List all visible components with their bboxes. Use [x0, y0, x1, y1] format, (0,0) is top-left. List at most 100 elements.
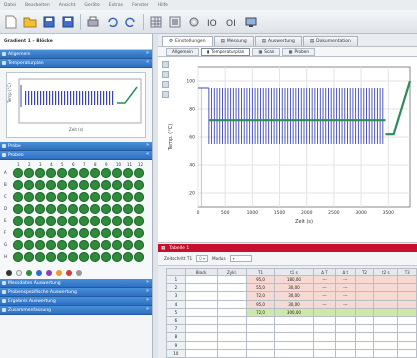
well[interactable]	[90, 204, 100, 214]
well[interactable]	[123, 180, 133, 190]
table-row[interactable]: 3 72,0 30,00 --- ---	[166, 291, 417, 301]
well[interactable]	[46, 240, 56, 250]
well[interactable]	[68, 192, 78, 202]
table-cell[interactable]: 30,00	[273, 299, 315, 309]
table-cell[interactable]	[354, 324, 375, 334]
subtab-allgemein[interactable]: Allgemein	[166, 47, 199, 56]
legend-dot-icon[interactable]	[16, 270, 22, 276]
well[interactable]	[112, 204, 122, 214]
table-cell[interactable]	[373, 283, 399, 293]
well[interactable]	[123, 228, 133, 238]
well[interactable]	[57, 192, 67, 202]
save-as-icon[interactable]	[60, 14, 76, 30]
table-cell[interactable]	[397, 324, 417, 334]
section-allgemein[interactable]: Allgemein »	[0, 50, 152, 59]
grid-icon[interactable]	[148, 14, 164, 30]
well[interactable]	[123, 204, 133, 214]
well[interactable]	[90, 180, 100, 190]
well[interactable]	[101, 228, 111, 238]
well[interactable]	[46, 204, 56, 214]
well[interactable]	[13, 204, 23, 214]
table-cell[interactable]: ---	[313, 291, 336, 301]
well[interactable]	[57, 216, 67, 226]
table-cell[interactable]: ---	[313, 274, 336, 285]
table-cell[interactable]	[373, 315, 399, 326]
table-cell[interactable]	[246, 315, 275, 326]
legend-dot-icon[interactable]	[26, 270, 32, 276]
well[interactable]	[57, 180, 67, 190]
table-cell[interactable]	[354, 274, 375, 285]
table-cell[interactable]	[184, 332, 218, 342]
well[interactable]	[68, 168, 78, 178]
table-cell[interactable]	[397, 332, 417, 342]
well[interactable]	[57, 204, 67, 214]
table-cell[interactable]	[246, 348, 275, 358]
well[interactable]	[35, 240, 45, 250]
subtab-scan[interactable]: ▦ Scan	[252, 47, 281, 56]
well[interactable]	[13, 228, 23, 238]
well[interactable]	[46, 252, 56, 262]
well[interactable]	[24, 216, 34, 226]
table-cell[interactable]	[334, 307, 356, 317]
legend-dot-icon[interactable]	[76, 270, 82, 276]
table-cell[interactable]	[184, 324, 218, 334]
table-cell[interactable]	[334, 315, 356, 326]
table-cell[interactable]	[184, 340, 218, 350]
well[interactable]	[101, 192, 111, 202]
well[interactable]	[24, 192, 34, 202]
well[interactable]	[68, 204, 78, 214]
column-header[interactable]: t1 s	[273, 268, 315, 276]
table-cell[interactable]	[373, 324, 399, 334]
table-cell[interactable]	[334, 324, 356, 334]
column-header[interactable]: t2 s	[373, 268, 399, 276]
table-row[interactable]: 8	[166, 332, 417, 342]
settings-icon[interactable]	[186, 14, 202, 30]
well[interactable]	[24, 252, 34, 262]
table-cell[interactable]	[354, 315, 375, 326]
table-cell[interactable]	[216, 348, 248, 358]
undo-icon[interactable]	[104, 14, 120, 30]
well[interactable]	[112, 228, 122, 238]
table-cell[interactable]	[273, 348, 315, 358]
menu-item[interactable]: Datei	[4, 3, 16, 8]
well[interactable]	[68, 228, 78, 238]
well[interactable]	[13, 252, 23, 262]
well[interactable]	[24, 240, 34, 250]
table-cell[interactable]	[373, 291, 399, 301]
table-cell[interactable]: 30,00	[273, 291, 315, 301]
table-cell[interactable]	[397, 340, 417, 350]
options-select[interactable]: 0 ▾	[196, 255, 208, 262]
well[interactable]	[123, 240, 133, 250]
well[interactable]	[134, 168, 144, 178]
table-cell[interactable]	[373, 299, 399, 309]
menu-item[interactable]: Geräte	[84, 3, 99, 8]
menu-item[interactable]: Hilfe	[158, 3, 168, 8]
table-cell[interactable]: ---	[334, 283, 356, 293]
table-cell[interactable]	[184, 348, 218, 358]
well[interactable]	[112, 180, 122, 190]
column-header[interactable]: T2	[354, 268, 375, 276]
well[interactable]	[79, 228, 89, 238]
table-cell[interactable]	[184, 315, 218, 326]
table-cell[interactable]	[397, 283, 417, 293]
well[interactable]	[79, 168, 89, 178]
tab-auswertung[interactable]: ▤ Auswertung	[254, 36, 302, 46]
table-cell[interactable]	[246, 332, 275, 342]
table-cell[interactable]	[354, 307, 375, 317]
section-messdaten[interactable]: Messdaten Auswertung »	[0, 279, 152, 288]
well[interactable]	[101, 216, 111, 226]
well[interactable]	[46, 216, 56, 226]
tab-dokumentation[interactable]: ▤ Dokumentation	[302, 36, 358, 46]
section-proben[interactable]: Proben «	[0, 151, 152, 160]
tab-einstellungen[interactable]: ⚙ Einstellungen	[162, 36, 213, 46]
table-cell[interactable]	[354, 348, 375, 358]
table-cell[interactable]: 180,00	[273, 274, 315, 285]
new-document-icon[interactable]	[3, 14, 19, 30]
well[interactable]	[112, 168, 122, 178]
well[interactable]	[79, 252, 89, 262]
table-cell[interactable]	[373, 307, 399, 317]
pan-icon[interactable]	[162, 71, 169, 78]
table-cell[interactable]: ---	[313, 283, 336, 293]
well[interactable]	[35, 204, 45, 214]
table-row[interactable]: 6	[166, 315, 417, 326]
